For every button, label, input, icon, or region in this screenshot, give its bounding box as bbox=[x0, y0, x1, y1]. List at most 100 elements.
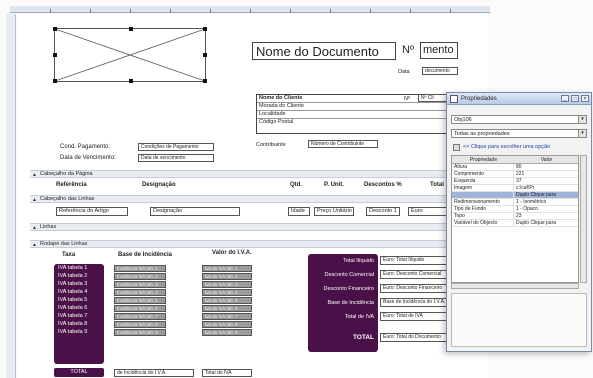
property-value[interactable]: 1 - Isométrico bbox=[514, 199, 578, 205]
property-row[interactable]: Redimensionamento 1 - Isométrico bbox=[452, 199, 578, 206]
object-select[interactable]: Obj106 ▾ bbox=[451, 115, 587, 124]
property-name: Comprimento bbox=[452, 171, 514, 177]
base-field[interactable]: Incidência IVA tab. 7 bbox=[114, 313, 166, 320]
iva-field[interactable]: Iva do IVA tab. 9 bbox=[202, 329, 252, 336]
tax-row: IVA tabela 5 bbox=[58, 297, 88, 303]
tax-rates-column[interactable]: IVA tabela 1 IVA tabela 2 IVA tabela 3 I… bbox=[54, 264, 104, 364]
properties-window[interactable]: Propriedades _ □ × Obj106 ▾ Todas as pro… bbox=[446, 92, 592, 352]
properties-titlebar[interactable]: Propriedades _ □ × bbox=[447, 93, 591, 105]
totals-value-field[interactable]: Euro: Desconto Comercial bbox=[380, 270, 450, 279]
col-header-discounts: Descontos % bbox=[364, 182, 402, 188]
taxpayer-label: Contribuinte bbox=[256, 142, 286, 148]
base-field[interactable]: Incidência IVA tab. 1 bbox=[114, 265, 166, 272]
image-placeholder-icon bbox=[55, 29, 205, 81]
section-lines-label: Linhas bbox=[40, 224, 57, 230]
totals-value-field[interactable]: Euro: Total Ilíquido bbox=[380, 256, 450, 265]
base-field[interactable]: Incidência IVA tab. 5 bbox=[114, 297, 166, 304]
col-header-total: Total bbox=[430, 182, 444, 188]
iva-field[interactable]: Iva do IVA tab. 5 bbox=[202, 297, 252, 304]
tax-row: IVA tabela 7 bbox=[58, 313, 88, 319]
iva-field[interactable]: Iva do IVA tab. 2 bbox=[202, 273, 252, 280]
col-header-unit-price: P. Unit. bbox=[324, 182, 344, 188]
section-lines[interactable]: ▲ Linhas bbox=[30, 223, 460, 231]
property-grid-horizontal-scrollbar[interactable] bbox=[451, 283, 579, 289]
base-field[interactable]: Incidência IVA tab. 2 bbox=[114, 273, 166, 280]
collapse-triangle-icon[interactable]: ▲ bbox=[32, 242, 37, 248]
property-row[interactable]: Topo 23 bbox=[452, 213, 578, 220]
collapse-triangle-icon[interactable]: ▲ bbox=[32, 225, 37, 231]
property-value[interactable]: c:\caf\Pr bbox=[514, 185, 578, 191]
base-field[interactable]: Incidência IVA tab. 3 bbox=[114, 281, 166, 288]
object-select-value: Obj106 bbox=[454, 117, 472, 123]
totals-value-field[interactable]: Euro: Total de IVA bbox=[380, 312, 450, 321]
grid-header-value: Valor bbox=[540, 157, 553, 163]
property-value[interactable]: 37 bbox=[514, 178, 578, 184]
document-number-field[interactable]: mento bbox=[420, 42, 458, 59]
property-filter-value: Todas as propriedades bbox=[454, 131, 510, 137]
tax-row: IVA tabela 6 bbox=[58, 305, 88, 311]
close-icon[interactable]: × bbox=[581, 95, 589, 102]
section-lines-footer[interactable]: ▲ Rodapé das Linhas bbox=[30, 240, 460, 248]
property-grid[interactable]: Propriedade Valor Altura 80 Comprimento 22… bbox=[451, 155, 579, 283]
base-column: Incidência IVA tab. 1 Incidência IVA tab… bbox=[114, 265, 166, 337]
base-field[interactable]: Incidência IVA tab. 4 bbox=[114, 289, 166, 296]
line-designation-field[interactable]: Designação bbox=[150, 207, 240, 216]
property-row[interactable]: Comprimento 221 bbox=[452, 171, 578, 178]
property-row[interactable]: Altura 80 bbox=[452, 164, 578, 171]
line-reference-field[interactable]: Referência do Artigo bbox=[56, 207, 128, 216]
property-value[interactable]: Duplo Clique para bbox=[514, 192, 578, 198]
property-filter-select[interactable]: Todas as propriedades ▾ bbox=[451, 129, 587, 138]
maximize-icon[interactable]: □ bbox=[571, 95, 579, 102]
client-address-field[interactable]: Morada do Cliente bbox=[257, 103, 455, 111]
collapse-triangle-icon[interactable]: ▲ bbox=[32, 172, 37, 178]
section-lines-header[interactable]: ▲ Cabeçalho das Linhas bbox=[30, 195, 460, 203]
base-field[interactable]: Incidência IVA tab. 8 bbox=[114, 321, 166, 328]
totals-value-field[interactable]: Base de Incidência do I.V.A. bbox=[380, 298, 450, 307]
collapse-triangle-icon[interactable]: ▲ bbox=[32, 197, 37, 203]
property-value[interactable]: 23 bbox=[514, 213, 578, 219]
section-page-header[interactable]: ▲ Cabeçalho da Página bbox=[30, 170, 460, 178]
property-value[interactable]: 80 bbox=[514, 164, 578, 170]
property-row-selected[interactable]: Duplo Clique para bbox=[452, 192, 578, 199]
document-title-field[interactable]: Nome do Documento bbox=[252, 42, 396, 60]
property-value[interactable]: Duplo Clique para bbox=[514, 220, 578, 226]
col-header-tax: Taxa bbox=[62, 252, 76, 258]
chevron-down-icon[interactable]: ▾ bbox=[578, 116, 586, 123]
client-locality-field[interactable]: Localidade bbox=[257, 111, 455, 119]
logo-placeholder[interactable] bbox=[53, 27, 207, 83]
totals-value-field[interactable]: Euro: Desconto Financeiro bbox=[380, 284, 450, 293]
iva-field[interactable]: Iva do IVA tab. 8 bbox=[202, 321, 252, 328]
taxpayer-field[interactable]: Número de Contribuinte bbox=[308, 140, 378, 148]
iva-field[interactable]: Iva do IVA tab. 4 bbox=[202, 289, 252, 296]
property-value[interactable]: 221 bbox=[514, 171, 578, 177]
choose-option-link[interactable]: << Clique para escolher uma opção bbox=[451, 143, 587, 152]
payment-terms-field[interactable]: Condições de Pagamento bbox=[138, 143, 214, 151]
date-label: Data bbox=[398, 69, 410, 75]
property-row[interactable]: Esquerda 37 bbox=[452, 178, 578, 185]
line-unit-price-field[interactable]: Preço Unitário bbox=[314, 207, 354, 216]
base-field[interactable]: Incidência IVA tab. 9 bbox=[114, 329, 166, 336]
property-value[interactable]: 1 - Opaco bbox=[514, 206, 578, 212]
chevron-down-icon[interactable]: ▾ bbox=[578, 130, 586, 137]
property-row[interactable]: Variável do Objecto Duplo Clique para bbox=[452, 220, 578, 227]
total-iva-field[interactable]: Total do IVA bbox=[202, 369, 252, 377]
property-row[interactable]: Imagem c:\caf\Pr bbox=[452, 185, 578, 192]
line-total-field[interactable]: Euro bbox=[408, 207, 448, 216]
base-field[interactable]: Incidência IVA tab. 6 bbox=[114, 305, 166, 312]
property-grid-vertical-scrollbar[interactable] bbox=[580, 155, 587, 283]
due-date-field[interactable]: Data de vencimento bbox=[138, 154, 214, 162]
iva-field[interactable]: Iva do IVA tab. 3 bbox=[202, 281, 252, 288]
client-postal-field[interactable]: Código Postal bbox=[257, 119, 455, 127]
property-row[interactable]: Tipo de Fundo 1 - Opaco bbox=[452, 206, 578, 213]
line-quantity-field[interactable]: Idade bbox=[288, 207, 310, 216]
iva-field[interactable]: Iva do IVA tab. 7 bbox=[202, 313, 252, 320]
iva-field[interactable]: Iva do IVA tab. 1 bbox=[202, 265, 252, 272]
minimize-icon[interactable]: _ bbox=[561, 95, 569, 102]
date-field[interactable]: documento bbox=[422, 67, 458, 75]
total-base-field[interactable]: de Incidência do I.V.A. bbox=[114, 369, 194, 377]
line-discount-field[interactable]: Desconto 1 bbox=[366, 207, 400, 216]
tax-row: IVA tabela 4 bbox=[58, 289, 88, 295]
grand-total-field[interactable]: Euro: Total do Documento bbox=[380, 333, 450, 342]
iva-field[interactable]: Iva do IVA tab. 6 bbox=[202, 305, 252, 312]
property-name: Topo bbox=[452, 213, 514, 219]
